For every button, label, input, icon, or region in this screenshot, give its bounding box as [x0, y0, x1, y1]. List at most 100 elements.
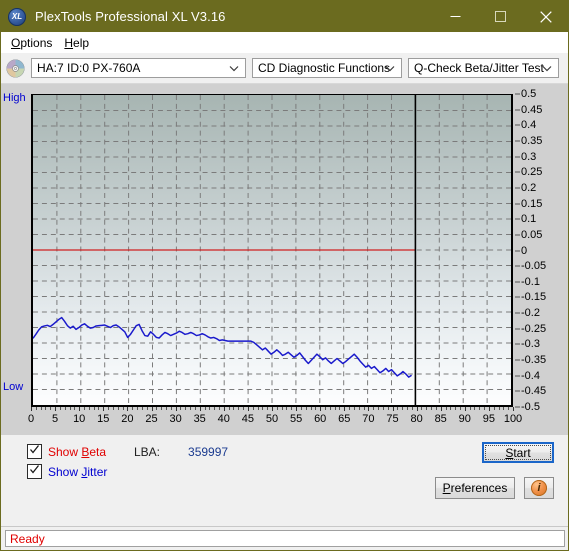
lba-label: LBA: [134, 445, 161, 459]
x-axis-tick-label: 65 [338, 413, 351, 425]
window-title: PlexTools Professional XL V3.16 [35, 9, 226, 24]
show-jitter-checkbox[interactable] [27, 464, 42, 479]
status-bar: Ready [1, 526, 568, 550]
menu-item-options[interactable]: Options [7, 35, 60, 51]
x-axis-minor-tick [45, 407, 47, 410]
x-axis-minor-tick [84, 407, 86, 410]
x-axis-minor-tick [69, 407, 71, 410]
x-axis-tick-label: 25 [145, 413, 158, 425]
checkmark-icon [30, 445, 40, 454]
show-beta-checkbox-row[interactable]: Show Beta [27, 444, 106, 459]
x-axis-minor-tick [373, 407, 375, 410]
x-axis-minor-tick [262, 407, 264, 410]
x-axis-tick-label: 35 [193, 413, 206, 425]
x-axis-minor-tick [402, 407, 404, 410]
menu-item-help[interactable]: Help [60, 35, 97, 51]
x-axis-minor-tick [218, 407, 220, 410]
x-axis-tick-label: 60 [314, 413, 327, 425]
y-axis-tick-label: 0.35 [521, 134, 543, 147]
y-axis-tick-label: -0.3 [521, 338, 540, 351]
x-axis-minor-tick [358, 407, 360, 410]
x-axis-minor-tick [363, 407, 365, 410]
x-axis-minor-tick [59, 407, 61, 410]
x-axis-tick-label: 10 [73, 413, 86, 425]
x-axis-tick-label: 40 [217, 413, 230, 425]
x-axis-tick-mark [272, 407, 273, 411]
y-axis-tick-label: -0.05 [521, 260, 547, 273]
x-axis-minor-tick [209, 407, 211, 410]
drive-selector-value: HA:7 ID:0 PX-760A [37, 61, 141, 75]
x-axis-tick-mark [296, 407, 298, 411]
info-button[interactable]: i [524, 477, 554, 499]
y-axis-tick-label: -0.1 [521, 275, 540, 288]
maximize-icon [495, 11, 506, 22]
menu-bar: Options Help [1, 32, 568, 53]
y-axis-tick-label: 0.05 [521, 228, 543, 241]
selector-toolbar: HA:7 ID:0 PX-760A CD Diagnostic Function… [1, 53, 568, 84]
x-axis-tick-mark [513, 407, 514, 411]
close-button[interactable] [523, 1, 568, 32]
x-axis-tick-label: 95 [482, 413, 496, 425]
y-axis: 0.5 0.45 0.4 0.35 0.3 0.25 0.2 0.15 0.1 0.05 0 -0.0… [515, 88, 567, 413]
function-selector[interactable]: CD Diagnostic Functions [252, 58, 402, 78]
x-axis-minor-tick [353, 407, 355, 410]
test-selector[interactable]: Q-Check Beta/Jitter Test [408, 58, 559, 78]
x-axis-minor-tick [431, 407, 433, 410]
x-axis-minor-tick [291, 407, 293, 410]
chart-panel: High Low 0.5 0.45 0.4 0.35 0.3 0.25 0.2 0.15 0.1… [1, 84, 568, 435]
chevron-down-icon [383, 59, 397, 77]
x-axis-minor-tick [450, 407, 452, 410]
x-axis: 0 5 10 15 20 25 30 35 40 45 50 55 60 65 70 75 80 85 90 95 10… [28, 407, 522, 431]
x-axis-minor-tick [204, 407, 206, 410]
y-axis-tick-mark [515, 140, 520, 142]
x-axis-minor-tick [469, 407, 471, 410]
show-beta-checkbox[interactable] [27, 444, 42, 459]
app-logo-icon: XL [8, 7, 26, 26]
maximize-button[interactable] [478, 1, 523, 32]
drive-selector[interactable]: HA:7 ID:0 PX-760A [31, 58, 246, 78]
x-axis-minor-tick [50, 407, 52, 410]
x-axis-minor-tick [112, 407, 114, 410]
x-axis-minor-tick [397, 407, 399, 410]
y-axis-tick-label: 0.5 [521, 88, 537, 100]
x-axis-tick-label: 70 [362, 413, 375, 425]
y-axis-low-label: Low [3, 381, 24, 393]
x-axis-tick-mark [151, 407, 153, 411]
x-axis-minor-tick [156, 407, 158, 410]
status-text: Ready [10, 531, 45, 546]
y-axis-tick-label: -0.25 [521, 322, 547, 335]
x-axis-tick-mark [320, 407, 322, 411]
x-axis-tick-label: 90 [458, 413, 471, 425]
x-axis-minor-tick [74, 407, 76, 410]
y-axis-tick-mark [515, 218, 520, 220]
x-axis-minor-tick [190, 407, 192, 410]
x-axis-minor-tick [252, 407, 254, 410]
x-axis-minor-tick [132, 407, 134, 410]
x-axis-tick-mark [440, 407, 442, 411]
x-axis-minor-tick [387, 407, 389, 410]
minimize-button[interactable] [433, 1, 478, 32]
x-axis-tick-mark [392, 407, 394, 411]
x-axis-tick-label: 30 [169, 413, 182, 425]
x-axis-minor-tick [35, 407, 37, 410]
x-axis-minor-tick [137, 407, 139, 410]
x-axis-minor-tick [276, 407, 278, 410]
y-axis-high-label: High [3, 92, 26, 104]
y-axis-tick-mark [515, 343, 520, 345]
x-axis-minor-tick [426, 407, 428, 410]
x-axis-minor-tick [185, 407, 187, 410]
x-axis-minor-tick [445, 407, 447, 410]
x-axis-tick-mark [127, 407, 129, 411]
preferences-button[interactable]: Preferences [435, 477, 515, 499]
x-axis-minor-tick [194, 407, 196, 410]
show-jitter-checkbox-row[interactable]: Show Jitter [27, 464, 107, 479]
y-axis-tick-mark [515, 406, 520, 408]
y-axis-tick-label: 0.15 [521, 197, 543, 210]
chevron-down-icon [540, 59, 554, 77]
x-axis-minor-tick [281, 407, 283, 410]
x-axis-minor-tick [459, 407, 461, 410]
y-axis-tick-label: 0.4 [521, 119, 537, 132]
x-axis-minor-tick [180, 407, 182, 410]
function-selector-value: CD Diagnostic Functions [258, 61, 391, 75]
start-button[interactable]: Start [482, 442, 554, 463]
